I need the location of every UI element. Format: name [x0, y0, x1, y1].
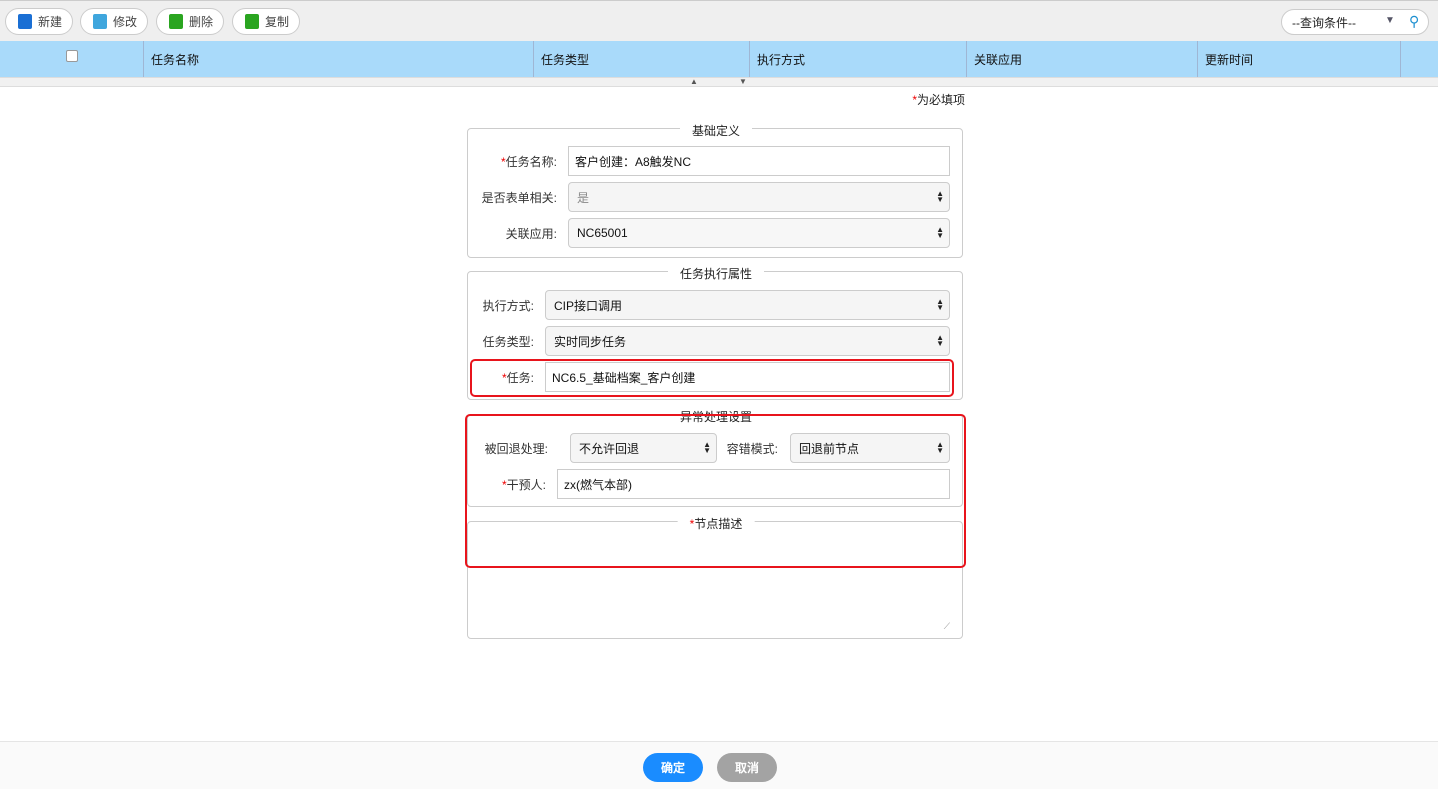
- form-related-label: 是否表单相关:: [481, 191, 557, 205]
- copy-button[interactable]: 复制: [232, 8, 301, 35]
- grid-header: 任务名称 任务类型 执行方式 关联应用 更新时间: [0, 41, 1438, 77]
- app-select[interactable]: NC65001 ▲ ▼: [568, 218, 950, 248]
- fieldset-basic: 基础定义 *任务名称: 客户创建：A8触发NC 是否表单相关: 是 ▲ ▼ 关联应用…: [467, 122, 963, 258]
- col-updated[interactable]: 更新时间: [1197, 41, 1400, 77]
- query-condition-value: --查询条件--: [1292, 15, 1356, 30]
- task-name-input[interactable]: 客户创建：A8触发NC: [568, 146, 950, 176]
- chevron-down-icon[interactable]: ▼: [1385, 15, 1395, 26]
- col-spacer: [1400, 41, 1438, 77]
- col-exec-mode[interactable]: 执行方式: [749, 41, 966, 77]
- copy-label: 复制: [265, 15, 290, 29]
- collapse-up-icon[interactable]: ▲: [690, 77, 698, 86]
- search-icon[interactable]: ⚲: [1409, 13, 1419, 30]
- new-button[interactable]: 新建: [5, 8, 74, 35]
- legend-basic: 基础定义: [679, 122, 753, 139]
- app-label: 关联应用:: [505, 227, 557, 241]
- form-related-select: 是 ▲ ▼: [568, 182, 950, 212]
- toolbar: 新建 修改 删除 复制 --查询条件-- ▼ ⚲: [0, 0, 1438, 41]
- task-type-label: 任务类型:: [482, 335, 534, 349]
- query-condition-select[interactable]: --查询条件-- ▼ ⚲: [1281, 9, 1429, 35]
- highlight-box-task: [470, 359, 954, 397]
- footer: 确定 取消: [0, 741, 1438, 789]
- trash-icon: [169, 14, 183, 29]
- highlight-box-exception: [465, 414, 966, 568]
- cancel-button[interactable]: 取消: [717, 753, 777, 782]
- edit-button[interactable]: 修改: [80, 8, 149, 35]
- select-all-checkbox[interactable]: [66, 50, 78, 62]
- exec-mode-label: 执行方式:: [482, 299, 534, 313]
- edit-label: 修改: [113, 15, 138, 29]
- ok-button[interactable]: 确定: [643, 753, 703, 782]
- delete-button[interactable]: 删除: [156, 8, 225, 35]
- edit-icon: [93, 14, 107, 29]
- exec-mode-select[interactable]: CIP接口调用 ▲ ▼: [545, 290, 950, 320]
- required-note: *为必填项: [912, 93, 965, 107]
- task-name-label: *任务名称:: [500, 155, 557, 169]
- delete-label: 删除: [189, 15, 214, 29]
- col-task-type[interactable]: 任务类型: [533, 41, 749, 77]
- new-label: 新建: [38, 15, 63, 29]
- copy-icon: [245, 14, 259, 29]
- splitter[interactable]: ▲ ▼: [0, 77, 1438, 87]
- new-file-icon: [18, 14, 32, 29]
- legend-exec: 任务执行属性: [667, 265, 765, 282]
- col-app[interactable]: 关联应用: [966, 41, 1197, 77]
- expand-down-icon[interactable]: ▼: [739, 77, 747, 86]
- task-type-select[interactable]: 实时同步任务 ▲ ▼: [545, 326, 950, 356]
- col-task-name[interactable]: 任务名称: [143, 41, 533, 77]
- resize-grip-icon[interactable]: ⟋: [944, 621, 950, 632]
